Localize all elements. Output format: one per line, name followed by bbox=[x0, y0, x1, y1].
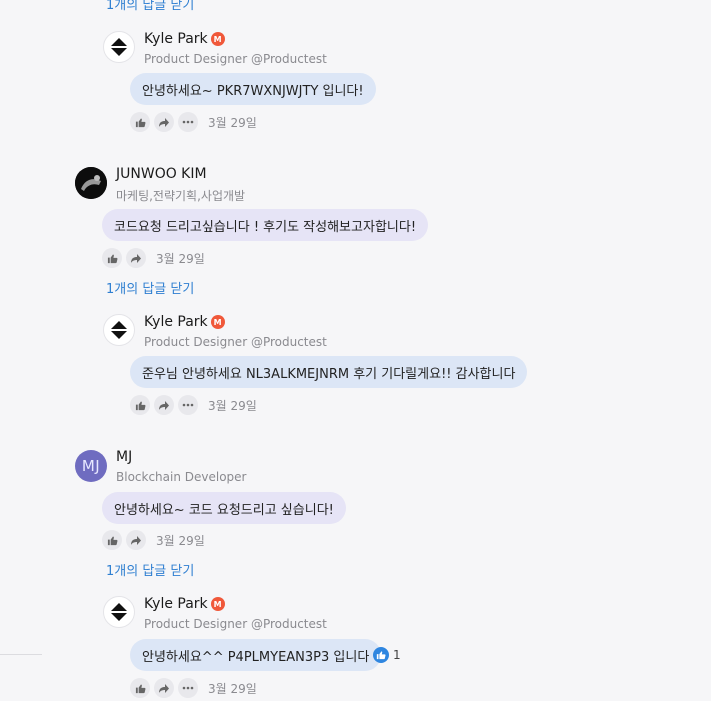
avatar-photo bbox=[75, 167, 107, 199]
reply-author-subtitle: Product Designer @Productest bbox=[144, 52, 327, 66]
comment-date: 3월 29일 bbox=[156, 251, 205, 266]
share-arrow-icon[interactable] bbox=[126, 530, 146, 550]
like-count: 1 bbox=[393, 648, 401, 662]
comment-author-name[interactable]: JUNWOO KIM bbox=[116, 166, 207, 182]
reply-bubble: 준우님 안녕하세요 NL3ALKMEJNRM 후기 기다릴게요!! 감사합니다 bbox=[130, 356, 528, 388]
comment-date: 3월 29일 bbox=[156, 533, 205, 548]
thumbs-up-icon[interactable] bbox=[130, 395, 150, 415]
reply-author-name[interactable]: Kyle Park M bbox=[144, 31, 225, 47]
more-icon[interactable] bbox=[178, 678, 198, 698]
reply-author-subtitle: Product Designer @Productest bbox=[144, 617, 327, 631]
reply-author-subtitle: Product Designer @Productest bbox=[144, 335, 327, 349]
reply-actions: 3월 29일 bbox=[130, 112, 257, 132]
comment-author-name[interactable]: MJ bbox=[116, 449, 132, 465]
more-icon[interactable] bbox=[178, 395, 198, 415]
avatar[interactable] bbox=[103, 31, 135, 63]
reply-toggle[interactable]: 1개의 답글 닫기 bbox=[106, 560, 194, 579]
comment-author-subtitle: 마케팅,전략기획,사업개발 bbox=[116, 189, 246, 203]
divider bbox=[0, 654, 42, 655]
comment-actions: 3월 29일 bbox=[102, 248, 205, 268]
reply-author-name[interactable]: Kyle Park M bbox=[144, 596, 225, 612]
share-arrow-icon[interactable] bbox=[154, 678, 174, 698]
reply-toggle[interactable]: 1개의 답글 닫기 bbox=[106, 278, 194, 297]
like-reaction-icon bbox=[373, 647, 389, 663]
share-arrow-icon[interactable] bbox=[154, 395, 174, 415]
thumbs-up-icon[interactable] bbox=[102, 530, 122, 550]
reply-bubble: 안녕하세요^^ P4PLMYEAN3P3 입니다 bbox=[130, 639, 382, 671]
more-icon[interactable] bbox=[178, 112, 198, 132]
thumbs-up-icon[interactable] bbox=[130, 678, 150, 698]
brand-logo-icon bbox=[110, 321, 128, 339]
share-arrow-icon[interactable] bbox=[154, 112, 174, 132]
reply-actions: 3월 29일 bbox=[130, 678, 257, 698]
reply-toggle-top[interactable]: 1개의 답글 닫기 bbox=[106, 0, 194, 13]
reply-author-name[interactable]: Kyle Park M bbox=[144, 314, 225, 330]
reply-bubble: 안녕하세요~ PKR7WXNJWJTY 입니다! bbox=[130, 73, 376, 105]
reply-date: 3월 29일 bbox=[208, 398, 257, 413]
brand-logo-icon bbox=[110, 38, 128, 56]
m-badge-icon: M bbox=[210, 32, 225, 46]
avatar[interactable] bbox=[103, 314, 135, 346]
reply-date: 3월 29일 bbox=[208, 681, 257, 696]
avatar[interactable] bbox=[75, 167, 107, 199]
comment-bubble: 코드요청 드리고싶습니다 ! 후기도 작성해보고자합니다! bbox=[102, 209, 429, 241]
reply-date: 3월 29일 bbox=[208, 115, 257, 130]
thumbs-up-icon[interactable] bbox=[102, 248, 122, 268]
comment-bubble: 안녕하세요~ 코드 요청드리고 싶습니다! bbox=[102, 492, 346, 524]
avatar[interactable] bbox=[103, 596, 135, 628]
avatar[interactable]: MJ bbox=[75, 450, 107, 482]
m-badge-icon: M bbox=[210, 597, 225, 611]
comment-actions: 3월 29일 bbox=[102, 530, 205, 550]
brand-logo-icon bbox=[110, 603, 128, 621]
reply-actions: 3월 29일 bbox=[130, 395, 257, 415]
thumbs-up-icon[interactable] bbox=[130, 112, 150, 132]
share-arrow-icon[interactable] bbox=[126, 248, 146, 268]
comment-author-subtitle: Blockchain Developer bbox=[116, 470, 247, 484]
m-badge-icon: M bbox=[210, 315, 225, 329]
like-reaction[interactable]: 1 bbox=[373, 647, 401, 663]
